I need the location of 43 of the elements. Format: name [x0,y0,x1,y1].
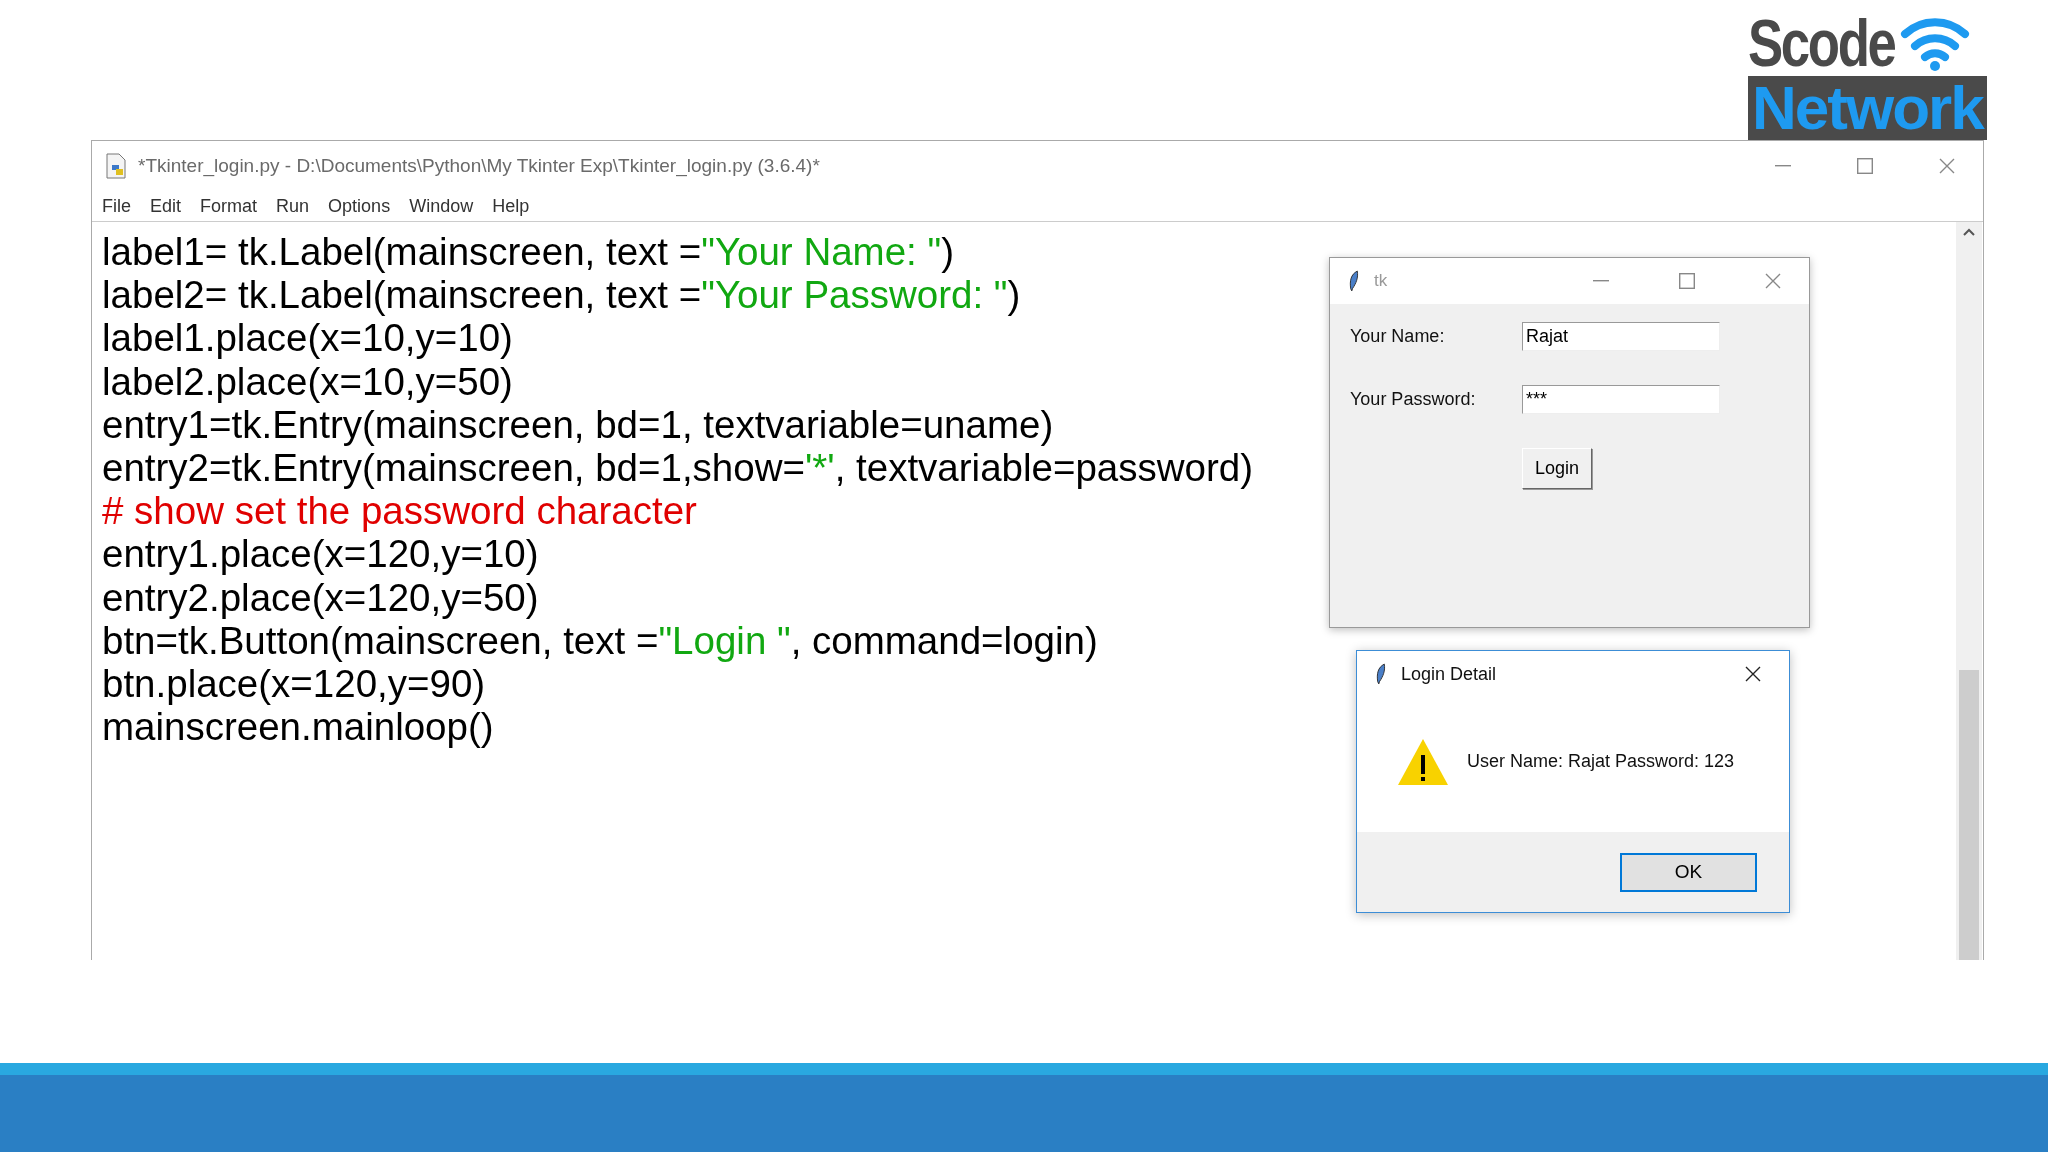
code-line: mainscreen.mainloop() [102,705,494,749]
input-field[interactable]: Rajat [1522,322,1720,351]
logo-text: Scode [1748,10,1895,76]
menu-item[interactable]: File [102,195,131,217]
maximize-icon[interactable] [1857,158,1873,174]
code-line: label1= tk.Label(mainscreen, text ="Your Name: ") [102,230,954,274]
code-line: label2.place(x=10,y=50) [102,359,513,403]
dialog-title: Login Detail [1401,663,1498,685]
window-title: *Tkinter_login.py - D:\Documents\Python\My Tkinter Exp\Tkinter_login.py (3.6.4)* [138,155,821,177]
minimize-icon[interactable] [1593,280,1609,282]
menu-item[interactable]: Help [492,195,530,217]
code-line: label2= tk.Label(mainscreen, text ="Your Password: ") [102,273,1021,317]
python-file-icon [104,153,128,179]
menu-item[interactable]: Edit [150,195,182,217]
code-line: btn.place(x=120,y=90) [102,662,486,706]
warning-icon [1397,737,1449,786]
maximize-icon[interactable] [1679,273,1695,289]
window-title: tk [1374,271,1389,291]
code-line: entry1.place(x=120,y=10) [102,532,539,576]
ok-button[interactable]: OK [1620,852,1757,892]
scroll-up-icon[interactable] [1963,228,1975,236]
code-line: entry1=tk.Entry(mainscreen, bd=1, textvariable=uname) [102,402,1054,446]
close-icon[interactable] [1745,666,1761,682]
code-line: # show set the password character [102,489,697,533]
code-line: entry2.place(x=120,y=50) [102,575,539,619]
login-button[interactable]: Login [1522,448,1592,489]
code-line: label1.place(x=10,y=10) [102,316,513,360]
field-label: Your Password: [1350,389,1477,410]
code-line: entry2=tk.Entry(mainscreen, bd=1,show='*', textvariable=password) [102,446,1254,490]
menu-item[interactable]: Format [200,195,258,217]
input-field[interactable]: *** [1522,385,1720,414]
feather-icon [1375,663,1387,685]
menu-item[interactable]: Options [328,195,391,217]
feather-icon [1348,270,1360,292]
logo-text: Network [1748,76,1987,140]
dialog-message: User Name: Rajat Password: 123 [1467,751,1735,772]
field-label: Your Name: [1350,326,1446,347]
minimize-icon[interactable] [1775,165,1791,167]
scroll-thumb[interactable] [1959,670,1979,960]
code-line: btn=tk.Button(mainscreen, text ="Login ", command=login) [102,618,1098,663]
menu-item[interactable]: Run [276,195,310,217]
scrollbar[interactable] [1956,222,1982,960]
menu-item[interactable]: Window [409,195,474,217]
